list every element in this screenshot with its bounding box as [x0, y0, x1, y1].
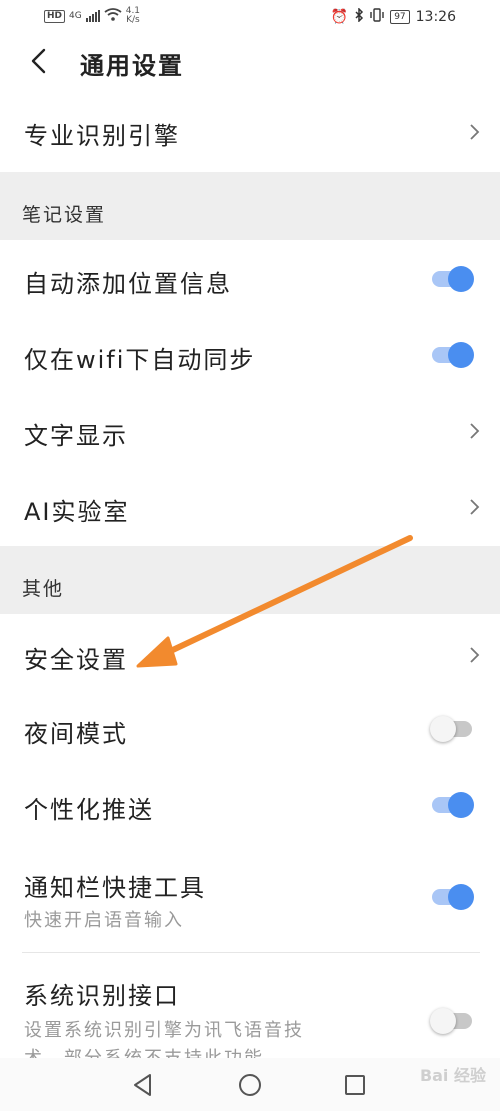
row-label: 系统识别接口: [24, 982, 180, 1010]
row-security[interactable]: 安全设置: [0, 616, 500, 692]
signal-icon: [85, 10, 100, 22]
row-system-engine[interactable]: 系统识别接口 设置系统识别引擎为讯飞语音技 术，部分系统不支持此功能: [0, 954, 500, 1058]
system-engine-toggle[interactable]: [430, 1008, 474, 1034]
alarm-icon: ⏰: [330, 9, 349, 25]
row-label: AI实验室: [24, 498, 130, 526]
row-label: 文字显示: [24, 422, 128, 450]
row-sublabel: 快速开启语音输入: [24, 910, 184, 931]
chevron-right-icon: [470, 647, 480, 663]
net-speed: 4.1 K/s: [126, 7, 140, 25]
row-notification-tool[interactable]: 通知栏快捷工具 快速开启语音输入: [0, 846, 500, 950]
divider: [22, 952, 480, 953]
clock: 13:26: [415, 9, 456, 25]
wifi-icon: [104, 7, 122, 25]
vibrate-icon: [370, 8, 384, 26]
page-title: 通用设置: [80, 52, 184, 80]
row-personal-push[interactable]: 个性化推送: [0, 768, 500, 844]
personal-push-toggle[interactable]: [430, 792, 474, 818]
section-header-notes: 笔记设置: [0, 172, 500, 240]
row-auto-location[interactable]: 自动添加位置信息: [0, 242, 500, 316]
section-label: 笔记设置: [22, 204, 107, 226]
section-header-other: 其他: [0, 546, 500, 614]
watermark: Bai 经验: [419, 1066, 486, 1085]
recents-square-icon[interactable]: [340, 1070, 370, 1100]
network-type: 4G: [69, 11, 82, 21]
battery-icon: 97: [390, 10, 410, 24]
app-header: 通用设置: [0, 34, 500, 90]
home-circle-icon[interactable]: [235, 1070, 265, 1100]
status-right: ⏰ 97 13:26: [330, 7, 456, 26]
row-night-mode[interactable]: 夜间模式: [0, 692, 500, 768]
row-label: 自动添加位置信息: [24, 270, 232, 298]
chevron-right-icon: [470, 124, 480, 140]
row-ai-lab[interactable]: AI实验室: [0, 468, 500, 544]
row-sublabel: 设置系统识别引擎为讯飞语音技: [24, 1020, 304, 1041]
wifi-sync-toggle[interactable]: [430, 342, 474, 368]
section-label: 其他: [22, 578, 65, 600]
hd-badge: HD: [44, 9, 66, 23]
row-label: 个性化推送: [24, 796, 154, 824]
row-label: 专业识别引擎: [24, 122, 180, 150]
row-label: 夜间模式: [24, 720, 128, 748]
bluetooth-icon: [354, 7, 364, 26]
chevron-right-icon: [470, 499, 480, 515]
notification-tool-toggle[interactable]: [430, 884, 474, 910]
row-label: 仅在wifi下自动同步: [24, 346, 256, 374]
row-label: 通知栏快捷工具: [24, 874, 206, 902]
net-speed-unit: K/s: [126, 15, 140, 25]
back-triangle-icon[interactable]: [128, 1070, 158, 1100]
chevron-right-icon: [470, 423, 480, 439]
row-label: 安全设置: [24, 646, 128, 674]
row-sublabel: 术，部分系统不支持此功能: [24, 1044, 264, 1058]
status-bar: HD 4G 4.1 K/s ⏰ 97 13:26: [0, 0, 500, 34]
night-mode-toggle[interactable]: [430, 716, 474, 742]
back-button[interactable]: [24, 46, 54, 76]
row-text-display[interactable]: 文字显示: [0, 392, 500, 468]
row-wifi-sync[interactable]: 仅在wifi下自动同步: [0, 316, 500, 392]
status-left: HD 4G 4.1 K/s: [44, 7, 140, 25]
chevron-left-icon: [31, 48, 46, 74]
row-recognition-engine[interactable]: 专业识别引擎: [0, 94, 500, 170]
auto-location-toggle[interactable]: [430, 266, 474, 292]
